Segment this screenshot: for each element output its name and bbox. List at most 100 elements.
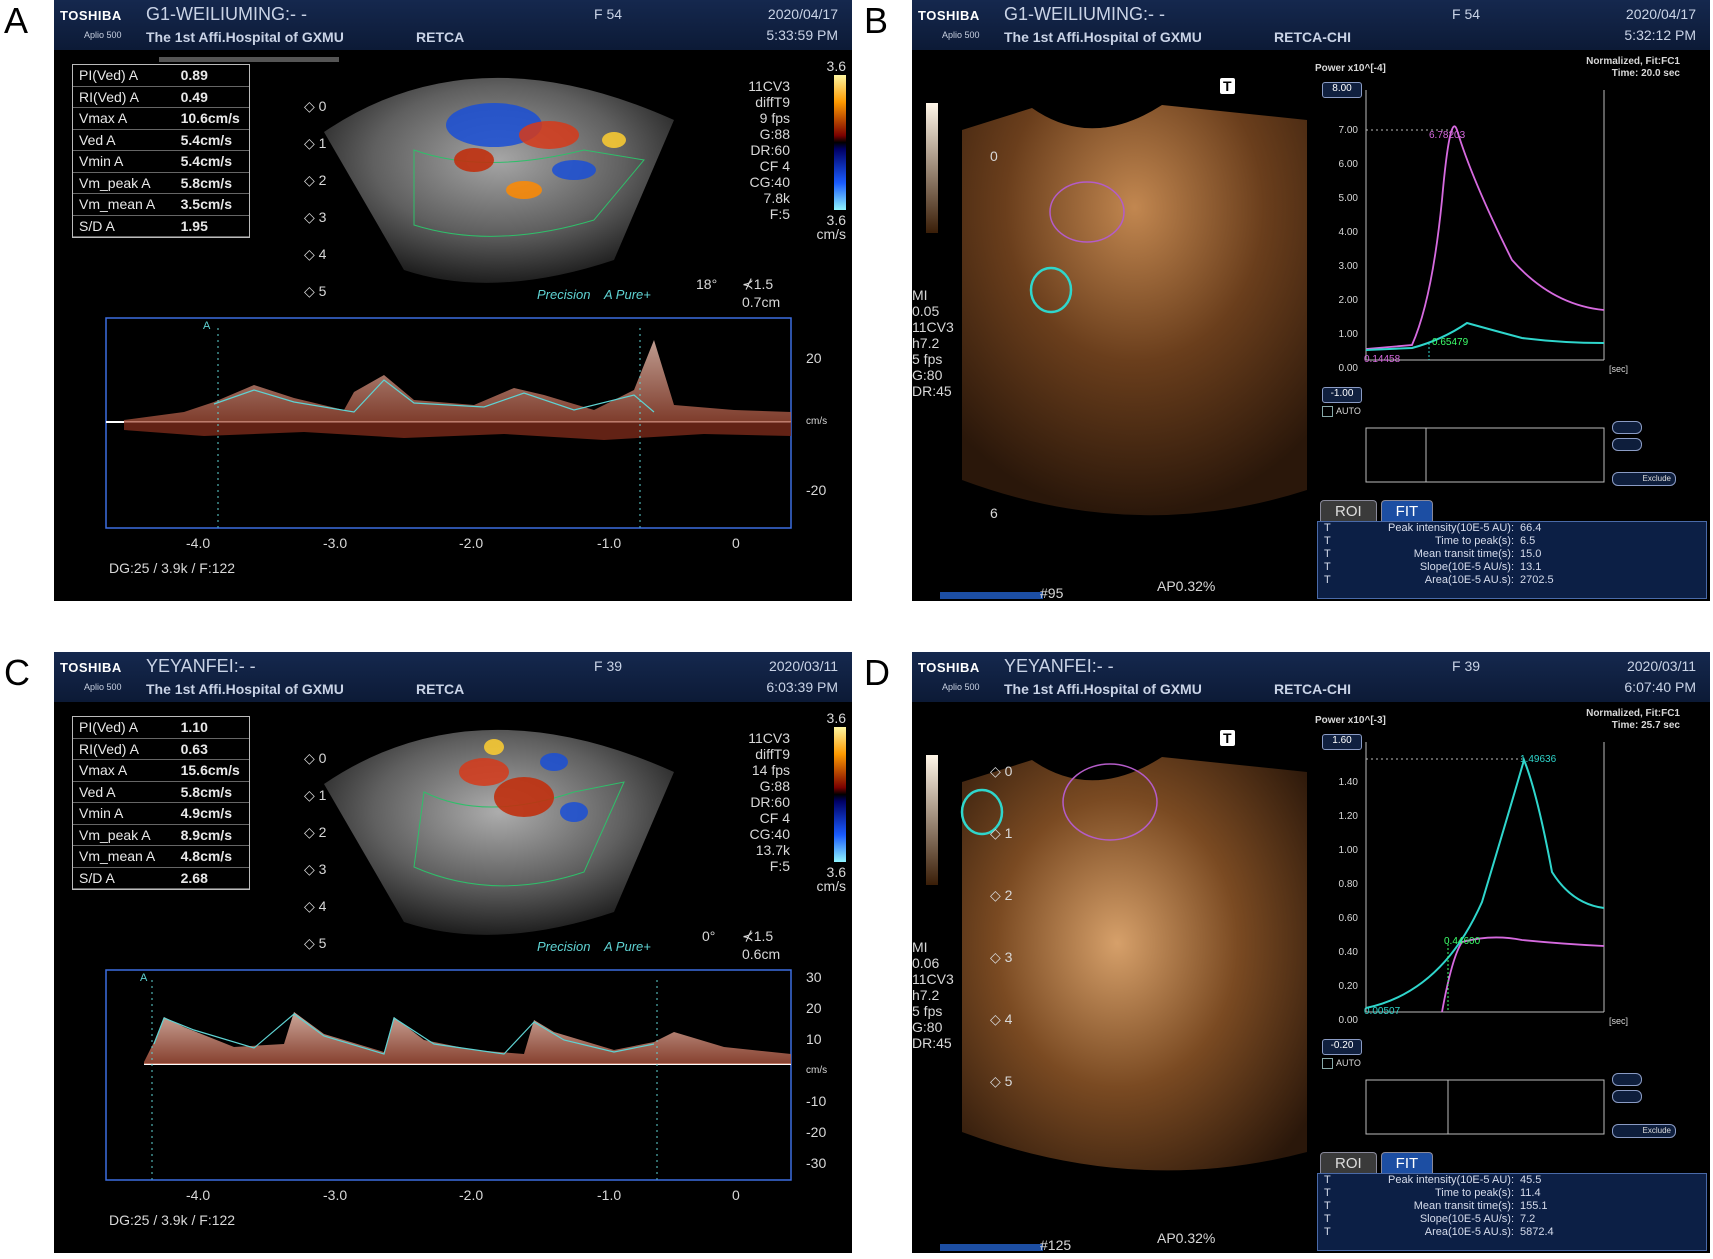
measurement-row: Vmin A 4.9cm/s xyxy=(73,803,249,825)
y-tick: 6.00 xyxy=(1338,159,1358,170)
image-layer xyxy=(926,742,1605,1251)
frame-number: #125 xyxy=(1040,1237,1072,1253)
cursor-left-button[interactable] xyxy=(1612,1073,1642,1086)
curve-normalized: Normalized, Fit:FC1 xyxy=(1586,708,1680,719)
measurement-value: 8.9cm/s xyxy=(180,826,232,843)
fit-param-label: Peak intensity(10E-5 AU): xyxy=(1388,1174,1514,1186)
cursor-left-button[interactable] xyxy=(1612,421,1642,434)
measurement-label: Ved A xyxy=(79,131,116,148)
y-max-box[interactable]: 1.60 xyxy=(1322,734,1362,750)
fit-param-value: 2702.5 xyxy=(1520,574,1554,586)
fit-param-flag: T xyxy=(1324,561,1331,573)
imaging-param: 0.05 xyxy=(912,303,940,319)
fit-param-label: Area(10E-5 AU.s): xyxy=(1424,574,1514,586)
fit-param-flag: T xyxy=(1324,535,1331,547)
tab-fit[interactable]: FIT xyxy=(1380,1152,1434,1174)
diamond-icon: ◇ xyxy=(990,763,1005,779)
cursor-right-button[interactable] xyxy=(1612,438,1642,451)
ceus-sector xyxy=(962,757,1307,1171)
depth-mark-label: 0 xyxy=(1004,763,1013,779)
measurement-row: Vmax A 15.6cm/s xyxy=(73,760,249,782)
y-axis-ticks: 7.00 6.00 5.00 4.00 3.00 2.00 1.00 0.00 xyxy=(1322,114,1358,386)
fit-param-label: Area(10E-5 AU.s): xyxy=(1424,1226,1514,1238)
measurement-table: PI(Ved) A 1.10 RI(Ved) A 0.63 Vmax A 15.6cm/s… xyxy=(72,716,250,890)
measurement-table: PI(Ved) A 0.89 RI(Ved) A 0.49 Vmax A 10.6cm/s… xyxy=(72,64,250,238)
exclude-button[interactable]: Exclude xyxy=(1612,472,1676,486)
diamond-icon: ◇ xyxy=(304,246,319,262)
depth-mark: ◇ 0 xyxy=(304,88,326,125)
fit-param-row: T Slope(10E-5 AU/s): 13.1 xyxy=(1318,561,1706,574)
panel-letter-a: A xyxy=(4,0,29,41)
fit-params-table: T Peak intensity(10E-5 AU): 45.5 T Time to p… xyxy=(1317,1173,1707,1251)
depth-mark: ◇ 3 xyxy=(990,926,1012,988)
gate-size: 0.7cm xyxy=(742,294,781,310)
measurement-value: 5.4cm/s xyxy=(180,153,232,169)
diamond-icon: ◇ xyxy=(304,861,319,877)
curve-time: Time: 20.0 sec xyxy=(1611,68,1680,79)
baseline-label: 0.14458 xyxy=(1364,354,1401,365)
exclude-label: Exclude xyxy=(1642,1126,1671,1135)
color-scale-unit: cm/s xyxy=(816,878,846,894)
fit-param-row: T Slope(10E-5 AU/s): 7.2 xyxy=(1318,1213,1706,1226)
measurement-value: 0.89 xyxy=(180,67,208,83)
ceus-sector xyxy=(962,105,1307,516)
tab-fit[interactable]: FIT xyxy=(1380,500,1434,522)
measurement-label: RI(Ved) A xyxy=(79,88,139,105)
depth-mark-label: 2 xyxy=(318,824,327,840)
measurement-value: 2.68 xyxy=(180,869,208,886)
fit-param-value: 66.4 xyxy=(1520,522,1542,534)
measurement-value: 1.10 xyxy=(180,719,208,735)
fit-param-flag: T xyxy=(1324,574,1331,586)
fit-param-flag: T xyxy=(1324,1226,1331,1238)
depth-mark-6: 6 xyxy=(990,505,998,521)
fit-param-flag: T xyxy=(1324,1187,1331,1199)
fit-param-flag: T xyxy=(1324,522,1331,534)
depth-scale: ◇ 0 ◇ 1 ◇ 2 ◇ 3 ◇ 4 ◇ 5 xyxy=(304,88,326,310)
spectrum-x-tick: 0 xyxy=(732,535,740,551)
t-marker: T xyxy=(1220,78,1235,94)
y-min-box[interactable]: -0.20 xyxy=(1322,1039,1362,1055)
fit-param-flag: T xyxy=(1324,1200,1331,1212)
measurement-row: Ved A 5.8cm/s xyxy=(73,782,249,803)
spectrum-y-axis: 30 20 10 cm/s -10 -20 -30 xyxy=(806,962,827,1179)
spectrum-x-tick: 0 xyxy=(732,1187,740,1203)
bmode-sector xyxy=(324,729,674,935)
spectrum-y-20: 20 xyxy=(806,350,822,366)
curve-title: Power x10^[-4] xyxy=(1315,63,1386,74)
exclude-button[interactable]: Exclude xyxy=(1612,1124,1676,1138)
gate-size: 0.6cm xyxy=(742,946,781,962)
y-tick: 1.40 xyxy=(1338,777,1358,788)
y-max-box[interactable]: 8.00 xyxy=(1322,82,1362,98)
auto-checkbox[interactable]: AUTO xyxy=(1322,406,1361,418)
cursor-label: A xyxy=(140,972,148,984)
fit-param-row: T Area(10E-5 AU.s): 5872.4 xyxy=(1318,1226,1706,1239)
exclude-label: Exclude xyxy=(1642,474,1671,483)
tab-roi[interactable]: ROI xyxy=(1320,500,1377,522)
measurement-row: RI(Ved) A 0.63 xyxy=(73,739,249,760)
depth-mark-label: 4 xyxy=(318,898,327,914)
diamond-icon: ◇ xyxy=(304,935,319,951)
imaging-param: CG:40 xyxy=(749,174,790,190)
measurement-row: S/D A 2.68 xyxy=(73,868,249,889)
depth-mark-label: 4 xyxy=(1004,1011,1013,1027)
imaging-param: DR:45 xyxy=(912,383,952,399)
fit-param-label: Slope(10E-5 AU/s): xyxy=(1419,1213,1514,1225)
cursor-right-button[interactable] xyxy=(1612,1090,1642,1103)
spectrum-x-tick: -1.0 xyxy=(597,535,622,551)
depth-mark-label: 0 xyxy=(318,750,327,766)
imaging-param: 11CV3 xyxy=(912,971,954,987)
measurement-label: PI(Ved) A xyxy=(79,719,139,735)
tab-roi[interactable]: ROI xyxy=(1320,1152,1377,1174)
imaging-param: CG:40 xyxy=(749,826,790,842)
measurement-value: 1.95 xyxy=(180,217,208,234)
diamond-icon: ◇ xyxy=(990,949,1005,965)
spectrum-y-tick: 20 xyxy=(806,1000,822,1016)
y-min-box[interactable]: -1.00 xyxy=(1322,387,1362,403)
depth-mark-label: 5 xyxy=(318,935,327,951)
depth-scale: ◇ 0 ◇ 1 ◇ 2 ◇ 3 ◇ 4 ◇ 5 xyxy=(990,740,1012,1112)
fit-param-value: 6.5 xyxy=(1520,535,1536,547)
measurement-value: 4.9cm/s xyxy=(180,805,232,821)
measurement-row: Vmax A 10.6cm/s xyxy=(73,108,249,130)
auto-checkbox[interactable]: AUTO xyxy=(1322,1058,1361,1070)
acoustic-power: AP0.32% xyxy=(1157,578,1216,594)
